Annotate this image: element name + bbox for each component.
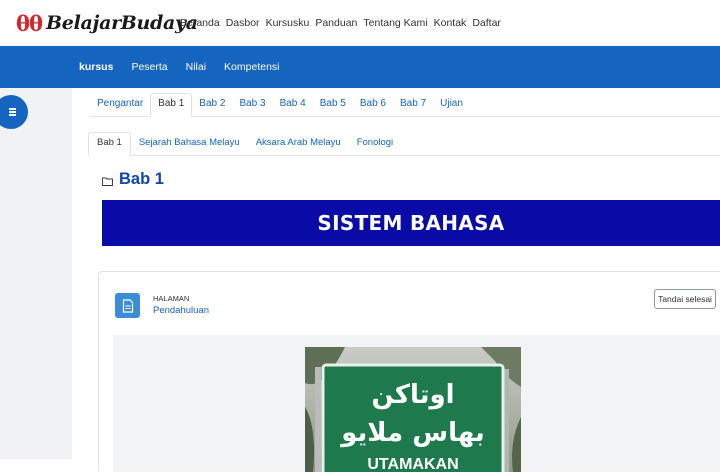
nav-beranda[interactable]: Beranda [180, 17, 220, 29]
logo-text: BelajarBudaya [46, 12, 198, 34]
subtab-aksara-arab-melayu[interactable]: Aksara Arab Melayu [248, 131, 349, 155]
sign-jawi-line-2: بهاس ملايو [339, 418, 485, 448]
course-nav-kursus[interactable]: kursus [79, 61, 113, 73]
course-nav-bar: kursus Peserta Nilai Kompetensi [0, 46, 720, 88]
nav-panduan[interactable]: Panduan [315, 17, 357, 29]
activity-card: HALAMAN Pendahuluan Tandai selesai اوتاك… [98, 271, 720, 472]
course-nav-kompetensi[interactable]: Kompetensi [224, 61, 279, 73]
course-index-drawer [0, 88, 72, 459]
tab-bab-7[interactable]: Bab 7 [393, 92, 433, 116]
tab-bab-5[interactable]: Bab 5 [313, 92, 353, 116]
nav-daftar[interactable]: Daftar [472, 17, 501, 29]
tab-pengantar[interactable]: Pengantar [90, 92, 150, 116]
tab-bab-1[interactable]: Bab 1 [150, 93, 193, 117]
course-nav: kursus Peserta Nilai Kompetensi [79, 46, 280, 88]
list-icon [9, 107, 16, 117]
activity-content: اوتاكن بهاس ملايو UTAMAKAN [113, 335, 720, 472]
tab-ujian[interactable]: Ujian [433, 92, 470, 116]
nav-kursusku[interactable]: Kursusku [266, 17, 310, 29]
activity-link[interactable]: Pendahuluan [153, 305, 209, 316]
subtab-fonologi[interactable]: Fonologi [349, 131, 401, 155]
logo-mark: θθ [16, 10, 43, 36]
tab-bab-6[interactable]: Bab 6 [353, 92, 393, 116]
section-heading: Bab 1 [102, 170, 164, 189]
folder-icon [102, 177, 113, 186]
tab-bab-4[interactable]: Bab 4 [273, 92, 313, 116]
main-content: Pengantar Bab 1 Bab 2 Bab 3 Bab 4 Bab 5 … [72, 88, 720, 472]
sign-jawi-line-1: اوتاكن [371, 380, 454, 410]
nav-tentang-kami[interactable]: Tentang Kami [363, 17, 427, 29]
course-nav-peserta[interactable]: Peserta [131, 61, 167, 73]
primary-nav: Beranda Dasbor Kursusku Panduan Tentang … [180, 0, 501, 46]
subsection-tabs: Bab 1 Sejarah Bahasa Melayu Aksara Arab … [88, 128, 720, 156]
nav-dasbor[interactable]: Dasbor [226, 17, 260, 29]
activity-type-label: HALAMAN [153, 294, 190, 303]
tab-bab-3[interactable]: Bab 3 [232, 92, 272, 116]
sign-latin-line: UTAMAKAN [367, 456, 458, 472]
section-banner: SISTEM BAHASA [102, 200, 720, 246]
page-icon [115, 293, 140, 318]
nav-kontak[interactable]: Kontak [434, 17, 467, 29]
road-sign-image: اوتاكن بهاس ملايو UTAMAKAN [305, 347, 521, 472]
course-nav-nilai[interactable]: Nilai [186, 61, 206, 73]
top-header: θθ BelajarBudaya Beranda Dasbor Kursusku… [0, 0, 720, 46]
banner-text: SISTEM BAHASA [317, 211, 505, 235]
section-title: Bab 1 [119, 170, 164, 188]
subtab-sejarah-bahasa-melayu[interactable]: Sejarah Bahasa Melayu [131, 131, 248, 155]
tab-bab-2[interactable]: Bab 2 [192, 92, 232, 116]
section-tabs: Pengantar Bab 1 Bab 2 Bab 3 Bab 4 Bab 5 … [90, 88, 720, 117]
mark-done-button[interactable]: Tandai selesai [654, 289, 716, 309]
site-logo[interactable]: θθ BelajarBudaya [16, 9, 198, 37]
subtab-bab-1[interactable]: Bab 1 [88, 132, 131, 156]
